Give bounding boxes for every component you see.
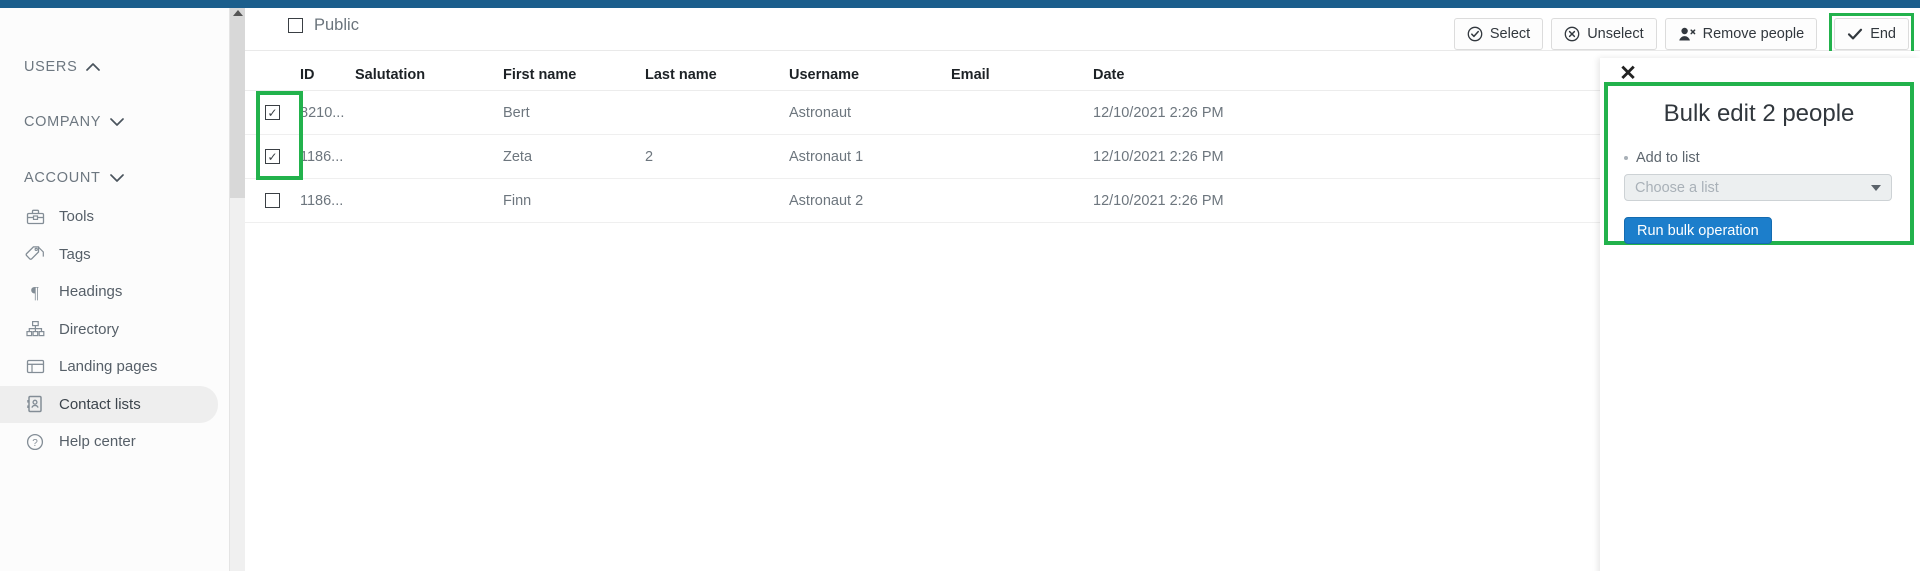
- times-circle-icon: [1564, 26, 1580, 42]
- address-book-icon: [24, 394, 46, 414]
- cell-username: Astronaut: [789, 104, 852, 121]
- sidebar-item-directory[interactable]: Directory: [0, 311, 229, 349]
- top-accent-bar: [0, 0, 1920, 8]
- check-circle-icon: [1467, 26, 1483, 42]
- end-button-highlight: End: [1829, 13, 1914, 55]
- row-checkbox[interactable]: ✓: [265, 105, 280, 120]
- main-content: Public Select Unselect Remove people End…: [245, 8, 1920, 571]
- row-checkbox-cell: [245, 193, 300, 208]
- sidebar-scrollbar[interactable]: [229, 8, 245, 571]
- sidebar-group-company[interactable]: COMPANY: [0, 109, 124, 135]
- header-actions: Select Unselect Remove people End: [1453, 13, 1914, 55]
- add-to-list-label: Add to list: [1636, 150, 1700, 166]
- list-header-bar: Public Select Unselect Remove people End: [245, 8, 1920, 55]
- bulk-edit-title: Bulk edit 2 people: [1663, 100, 1855, 127]
- run-bulk-operation-button[interactable]: Run bulk operation: [1624, 217, 1772, 244]
- sidebar-item-landing-pages-label: Landing pages: [59, 358, 158, 376]
- sidebar-item-tags[interactable]: Tags: [0, 236, 229, 274]
- window-icon: [24, 357, 46, 377]
- scroll-up-arrow-icon[interactable]: [233, 10, 243, 16]
- add-to-list-label-wrap: Add to list: [1624, 150, 1892, 166]
- cell-id: 8210...: [300, 104, 345, 121]
- check-icon: [1847, 27, 1863, 41]
- unselect-button[interactable]: Unselect: [1551, 18, 1657, 50]
- cell-username: Astronaut 2: [789, 192, 864, 209]
- add-to-list-field: Add to list Choose a list: [1608, 128, 1910, 201]
- remove-people-button[interactable]: Remove people: [1664, 18, 1818, 50]
- sidebar-menu: Tools Tags ¶ Headings Directory Landing …: [0, 198, 229, 461]
- column-header-last-name[interactable]: Last name: [645, 67, 789, 90]
- sidebar-group-company-label: COMPANY: [24, 114, 102, 130]
- svg-text:?: ?: [32, 438, 38, 449]
- column-header-salutation[interactable]: Salutation: [355, 67, 503, 90]
- choose-a-list-select[interactable]: Choose a list: [1624, 174, 1892, 201]
- tag-icon: [24, 244, 46, 264]
- sidebar-item-headings[interactable]: ¶ Headings: [0, 273, 229, 311]
- select-button-label: Select: [1489, 26, 1531, 42]
- row-checkbox-cell: ✓: [245, 149, 300, 164]
- public-label: Public: [314, 16, 359, 34]
- remove-people-button-label: Remove people: [1702, 26, 1805, 42]
- cell-first-name: Bert: [503, 104, 530, 121]
- unselect-button-label: Unselect: [1587, 26, 1644, 42]
- chevron-up-icon: [86, 62, 101, 72]
- sidebar-group-users[interactable]: USERS: [0, 54, 101, 80]
- cell-first-name: Finn: [503, 192, 532, 209]
- sidebar-item-directory-label: Directory: [59, 320, 120, 338]
- cell-last-name: 2: [645, 148, 654, 165]
- run-bulk-operation-label: Run bulk operation: [1637, 222, 1759, 239]
- cell-username: Astronaut 1: [789, 148, 864, 165]
- row-checkbox[interactable]: ✓: [265, 149, 280, 164]
- row-checkbox[interactable]: [265, 193, 280, 208]
- cell-date: 12/10/2021 2:26 PM: [1093, 148, 1224, 165]
- chevron-down-icon: [109, 173, 124, 183]
- chevron-down-icon: [110, 117, 124, 127]
- cell-id: 1186...: [300, 148, 344, 165]
- select-button[interactable]: Select: [1453, 18, 1544, 50]
- column-header-username[interactable]: Username: [789, 67, 951, 90]
- sidebar-item-help-center-label: Help center: [59, 433, 136, 451]
- app-root: USERS COMPANY ACCOUNT Tools Tags ¶ Headi…: [0, 0, 1920, 571]
- sidebar-item-contact-lists-label: Contact lists: [59, 395, 141, 413]
- sidebar-item-landing-pages[interactable]: Landing pages: [0, 348, 229, 386]
- sidebar-group-account[interactable]: ACCOUNT: [0, 165, 124, 191]
- column-header-date[interactable]: Date: [1093, 67, 1343, 90]
- sidebar-group-users-label: USERS: [24, 59, 78, 75]
- sidebar-item-tags-label: Tags: [59, 245, 91, 263]
- row-checkbox-cell: ✓: [245, 105, 300, 120]
- bullet-icon: [1624, 156, 1628, 160]
- toolbox-icon: [24, 207, 46, 227]
- sitemap-icon: [24, 319, 46, 339]
- sidebar: USERS COMPANY ACCOUNT Tools Tags ¶ Headi…: [0, 8, 229, 571]
- cell-date: 12/10/2021 2:26 PM: [1093, 104, 1224, 121]
- sidebar-item-contact-lists[interactable]: Contact lists: [0, 385, 218, 423]
- bulk-edit-highlight: Bulk edit 2 people Add to list Choose a …: [1604, 82, 1914, 245]
- sidebar-item-headings-label: Headings: [59, 283, 123, 301]
- question-circle-icon: ?: [24, 432, 46, 452]
- cell-id: 1186...: [300, 192, 344, 209]
- public-visibility-toggle[interactable]: Public: [288, 16, 359, 35]
- cell-date: 12/10/2021 2:26 PM: [1093, 192, 1224, 209]
- sidebar-scrollbar-thumb[interactable]: [230, 8, 245, 198]
- sidebar-item-tools-label: Tools: [59, 208, 95, 226]
- column-header-id[interactable]: ID: [300, 67, 355, 90]
- public-checkbox[interactable]: [288, 18, 303, 33]
- sidebar-item-help-center[interactable]: ? Help center: [0, 423, 229, 461]
- sidebar-group-account-label: ACCOUNT: [24, 170, 101, 186]
- pilcrow-icon: ¶: [24, 282, 46, 302]
- sidebar-item-tools[interactable]: Tools: [0, 198, 229, 236]
- user-remove-icon: [1678, 26, 1696, 42]
- bulk-edit-panel: ✕ Bulk edit 2 people Add to list Choose …: [1600, 58, 1920, 571]
- end-button-label: End: [1870, 26, 1896, 42]
- column-header-first-name[interactable]: First name: [503, 67, 645, 90]
- cell-first-name: Zeta: [503, 148, 533, 165]
- svg-text:¶: ¶: [31, 283, 39, 301]
- chevron-down-icon: [1871, 184, 1881, 191]
- choose-a-list-placeholder: Choose a list: [1635, 179, 1719, 196]
- column-header-email[interactable]: Email: [951, 67, 1093, 90]
- end-button[interactable]: End: [1834, 18, 1909, 50]
